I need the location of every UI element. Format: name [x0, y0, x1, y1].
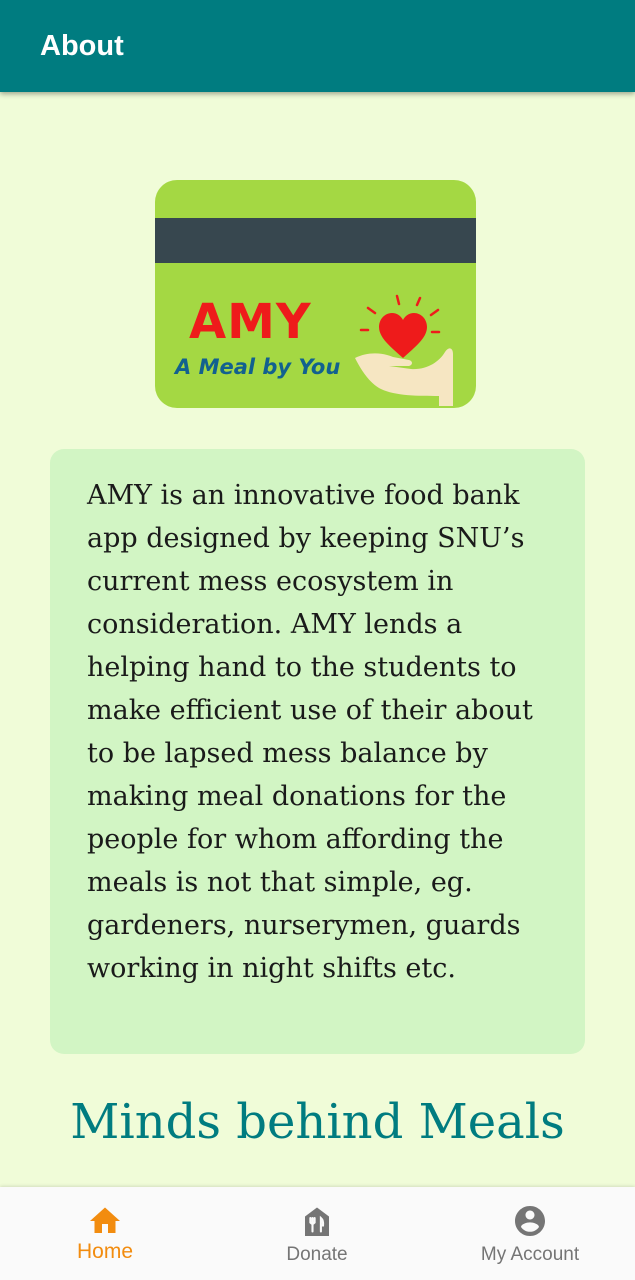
- section-title: Minds behind Meals: [70, 1094, 565, 1150]
- logo-tagline: A Meal by You: [175, 355, 341, 379]
- nav-donate[interactable]: Donate: [237, 1187, 397, 1280]
- app-bar: About: [0, 0, 635, 92]
- nav-home-label: Home: [76, 1240, 134, 1263]
- heart-in-hand-icon: [355, 294, 453, 406]
- nav-my-account[interactable]: My Account: [450, 1187, 610, 1280]
- nav-donate-label: Donate: [286, 1244, 348, 1265]
- about-description-text: AMY is an innovative food bank app desig…: [87, 480, 533, 984]
- nav-my-account-label: My Account: [480, 1244, 580, 1265]
- amy-logo: AMY A Meal by You: [155, 180, 476, 408]
- nav-home[interactable]: Home: [25, 1187, 185, 1280]
- logo-stripe: [155, 218, 476, 263]
- donate-meal-icon: [305, 1207, 329, 1236]
- home-icon: [90, 1207, 120, 1233]
- bottom-navigation: Home Donate My Account: [0, 1187, 635, 1280]
- page-title: About: [40, 30, 124, 62]
- logo-name: AMY: [189, 294, 312, 350]
- account-circle-icon: [515, 1206, 545, 1236]
- about-description-card: AMY is an innovative food bank app desig…: [50, 449, 585, 1054]
